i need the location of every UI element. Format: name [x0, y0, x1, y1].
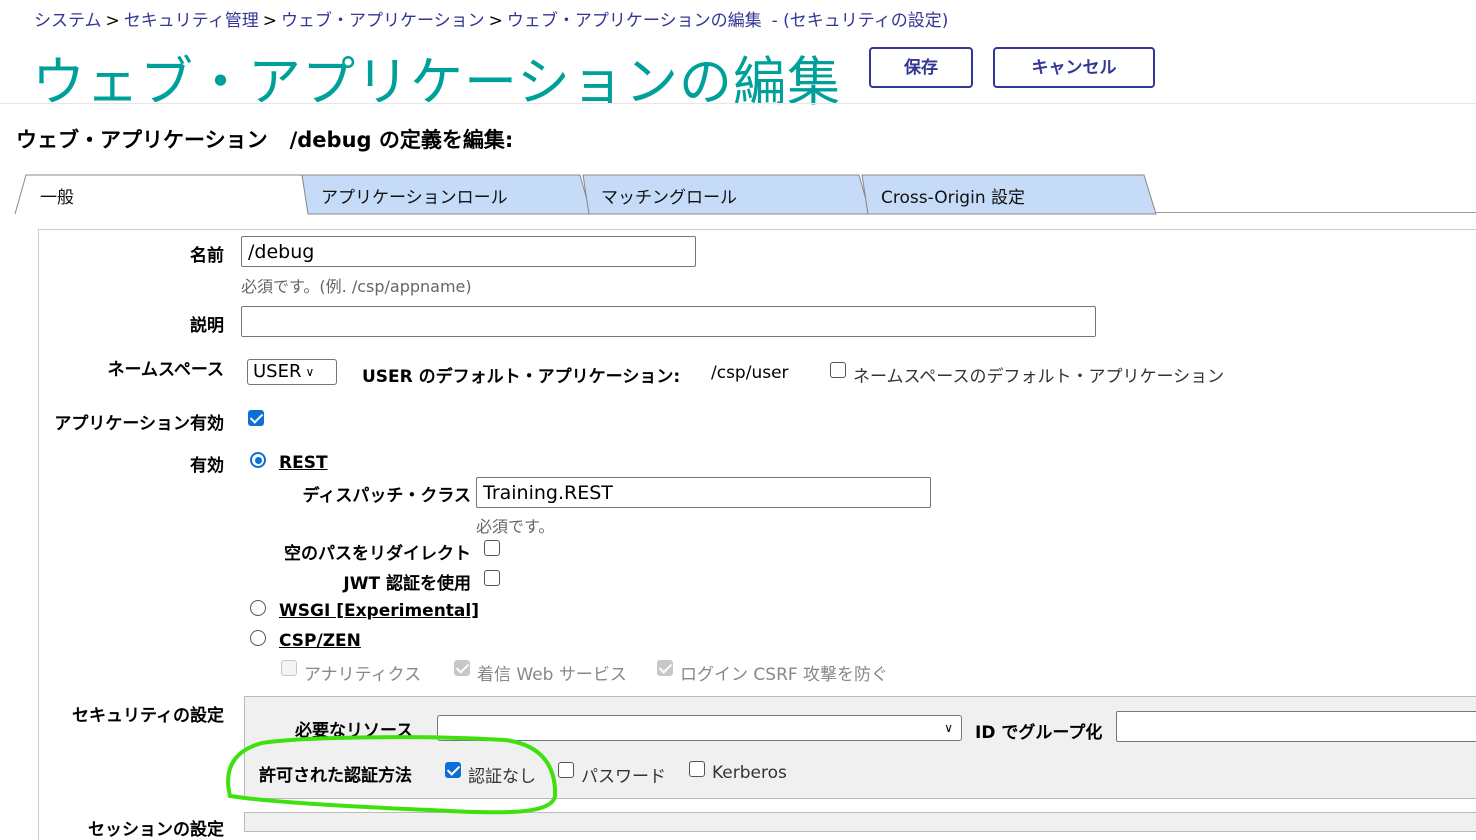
- namespace-select[interactable]: USER ∨: [247, 359, 337, 385]
- auth-kerberos-label: Kerberos: [712, 763, 787, 783]
- wsgi-link[interactable]: WSGI [Experimental]: [279, 601, 479, 621]
- breadcrumb-separator: >: [262, 11, 277, 31]
- subtitle-prefix: ウェブ・アプリケーション: [16, 128, 268, 152]
- wsgi-radio[interactable]: [250, 600, 266, 616]
- inbound-web-services-checkbox: [454, 660, 470, 676]
- page-title: ウェブ・アプリケーションの編集: [32, 52, 841, 113]
- csp-link[interactable]: CSP/ZEN: [279, 631, 361, 651]
- tab-application-roles-label: アプリケーションロール: [321, 188, 508, 208]
- redirect-empty-path-label: 空のパスをリダイレクト: [284, 544, 471, 564]
- subtitle-path: /debug の定義を編集:: [289, 128, 514, 152]
- namespace-select-value: USER: [253, 361, 302, 382]
- group-by-id-label: ID でグループ化: [975, 723, 1103, 743]
- breadcrumb-system[interactable]: システム: [34, 11, 102, 31]
- inbound-web-services-label: 着信 Web サービス: [477, 665, 627, 685]
- rest-radio[interactable]: [250, 452, 266, 468]
- analytics-checkbox: [281, 660, 297, 676]
- rest-link[interactable]: REST: [279, 453, 328, 473]
- csrf-protection-label: ログイン CSRF 攻撃を防ぐ: [680, 665, 889, 685]
- auth-unauthenticated-label: 認証なし: [468, 767, 536, 787]
- name-hint: 必須です。(例. /csp/appname): [241, 277, 472, 296]
- allowed-auth-label: 許可された認証方法: [259, 766, 412, 786]
- auth-kerberos-checkbox[interactable]: [689, 761, 705, 777]
- breadcrumb-context: - (セキュリティの設定): [771, 11, 949, 31]
- breadcrumb: システム > セキュリティ管理 > ウェブ・アプリケーション > ウェブ・アプリケーションの…: [34, 6, 948, 31]
- breadcrumb-security-admin[interactable]: セキュリティ管理: [124, 11, 259, 31]
- app-enabled-checkbox[interactable]: [248, 410, 264, 426]
- enable-label: 有効: [190, 456, 224, 476]
- required-resource-label: 必要なリソース: [295, 721, 414, 741]
- breadcrumb-edit-web-app[interactable]: ウェブ・アプリケーションの編集: [507, 11, 762, 31]
- namespace-default-checkbox[interactable]: [830, 362, 846, 378]
- session-settings-box: [244, 812, 1476, 832]
- name-label: 名前: [190, 246, 224, 266]
- jwt-auth-label: JWT 認証を使用: [343, 574, 471, 594]
- app-enabled-label: アプリケーション有効: [54, 414, 224, 434]
- save-button[interactable]: 保存: [869, 47, 973, 88]
- chevron-down-icon: ∨: [944, 721, 953, 735]
- breadcrumb-separator: >: [488, 11, 503, 31]
- tab-cross-origin[interactable]: Cross-Origin 設定: [860, 174, 1158, 215]
- csp-radio[interactable]: [250, 630, 266, 646]
- chevron-down-icon: ∨: [305, 365, 315, 379]
- redirect-empty-path-checkbox[interactable]: [484, 540, 500, 556]
- name-input[interactable]: [241, 236, 696, 267]
- namespace-label: ネームスペース: [107, 360, 224, 380]
- description-label: 説明: [190, 316, 224, 336]
- cancel-button[interactable]: キャンセル: [993, 47, 1155, 88]
- namespace-default-label: ネームスペースのデフォルト・アプリケーション: [853, 367, 1225, 387]
- header-divider: [0, 103, 1476, 104]
- description-input[interactable]: [241, 306, 1096, 337]
- tab-matching-roles[interactable]: マッチングロール: [581, 174, 871, 215]
- session-settings-label: セッションの設定: [88, 820, 224, 840]
- required-resource-select[interactable]: ∨: [437, 715, 962, 741]
- security-settings-label: セキュリティの設定: [72, 706, 224, 726]
- breadcrumb-web-apps[interactable]: ウェブ・アプリケーション: [281, 11, 485, 31]
- auth-password-label: パスワード: [581, 767, 666, 787]
- auth-unauthenticated-checkbox[interactable]: [445, 762, 461, 778]
- breadcrumb-separator: >: [105, 11, 120, 31]
- dispatch-class-label: ディスパッチ・クラス: [302, 486, 471, 506]
- csrf-protection-checkbox: [657, 660, 673, 676]
- auth-password-checkbox[interactable]: [558, 762, 574, 778]
- tab-matching-roles-label: マッチングロール: [601, 188, 737, 208]
- tab-bar-baseline: [1155, 212, 1476, 213]
- section-subtitle: ウェブ・アプリケーション/debug の定義を編集:: [16, 124, 513, 154]
- jwt-auth-checkbox[interactable]: [484, 570, 500, 586]
- tab-cross-origin-label: Cross-Origin 設定: [881, 188, 1025, 208]
- analytics-label: アナリティクス: [304, 665, 422, 685]
- default-app-value: /csp/user: [711, 363, 789, 383]
- group-by-id-input[interactable]: [1116, 711, 1476, 742]
- default-app-label: USER のデフォルト・アプリケーション:: [362, 367, 681, 387]
- tab-application-roles[interactable]: アプリケーションロール: [300, 174, 592, 215]
- tab-general[interactable]: 一般: [14, 174, 310, 215]
- tab-general-label: 一般: [40, 188, 74, 208]
- tab-bar: 一般 アプリケーションロール マッチングロール Cross-Origin 設定: [0, 174, 1476, 216]
- dispatch-class-hint: 必須です。: [476, 517, 555, 536]
- dispatch-class-input[interactable]: [476, 477, 931, 508]
